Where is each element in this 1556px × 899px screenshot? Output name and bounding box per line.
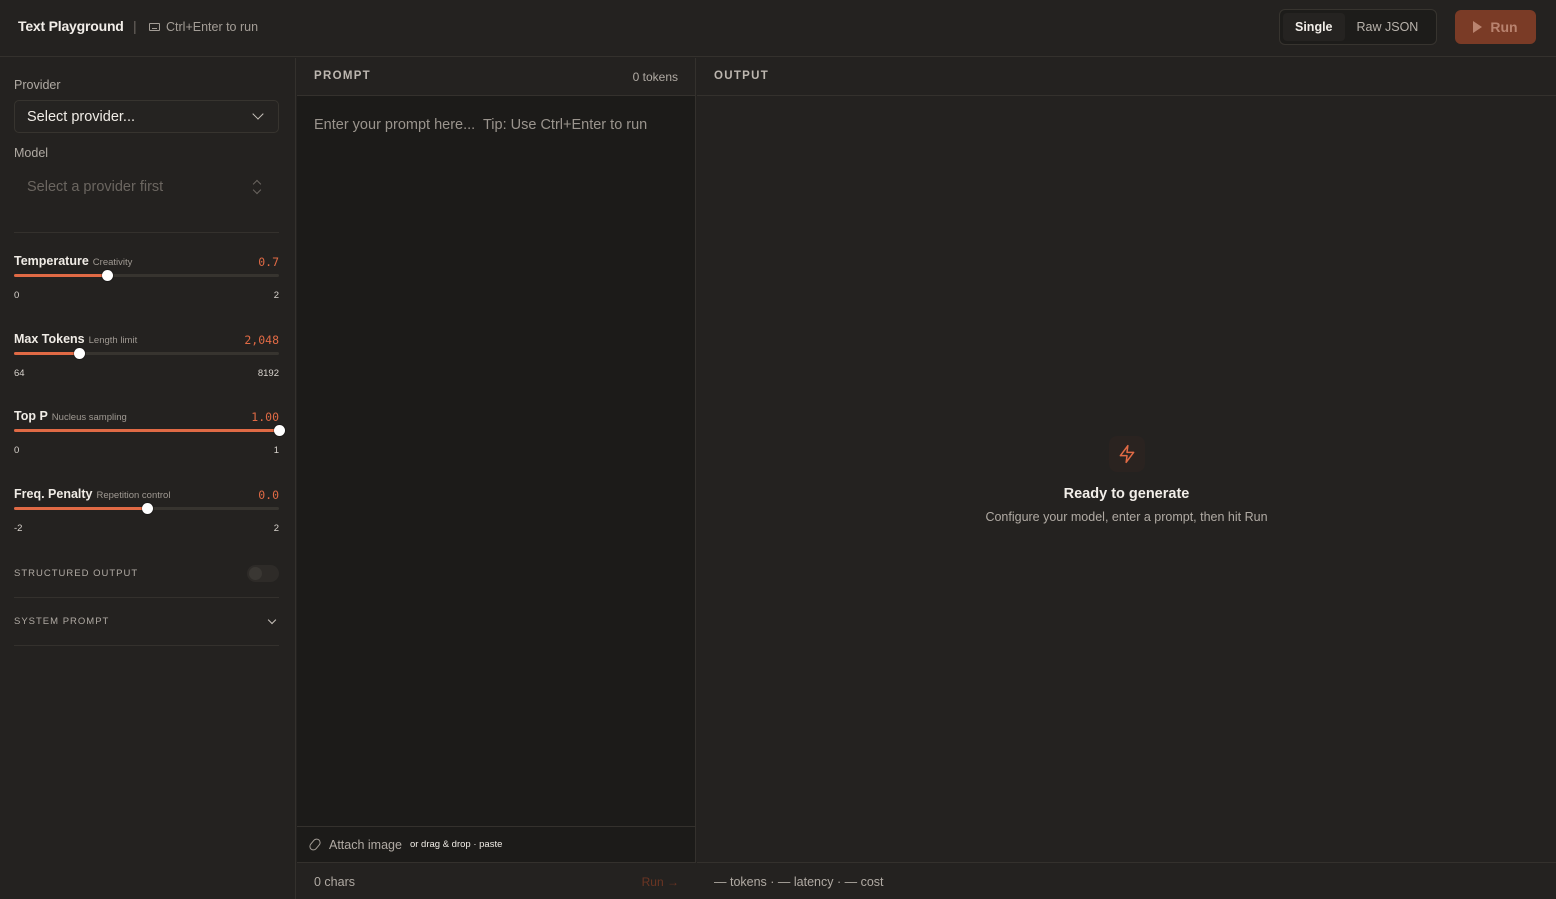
- structured-output-row: STRUCTURED OUTPUT: [14, 550, 279, 598]
- app-title: Text Playground: [18, 18, 124, 34]
- empty-state: Ready to generate Configure your model, …: [697, 436, 1556, 524]
- char-count: 0 chars: [314, 875, 355, 889]
- provider-label: Provider: [14, 78, 61, 92]
- max-tokens-min: 64: [14, 368, 25, 379]
- empty-state-subtitle: Configure your model, enter a prompt, th…: [985, 510, 1268, 524]
- model-select[interactable]: Select a provider first: [14, 170, 279, 203]
- chevron-down-icon: [267, 615, 277, 624]
- mode-toggle: Single Raw JSON: [1279, 9, 1437, 45]
- sidebar-divider: [14, 232, 279, 233]
- top-p-sublabel: Nucleus sampling: [51, 412, 127, 423]
- temperature-label: Temperature Creativity: [14, 254, 133, 268]
- shortcut-hint-text: Ctrl+Enter to run: [166, 20, 259, 34]
- max-tokens-label: Max Tokens Length limit: [14, 332, 138, 346]
- chevron-down-icon: [252, 108, 264, 120]
- temperature-slider-group: Temperature Creativity 0.7 0 2: [14, 254, 279, 314]
- max-tokens-slider[interactable]: [14, 348, 279, 359]
- title-separator: |: [133, 18, 137, 34]
- temperature-value: 0.7: [258, 255, 279, 269]
- attach-image-button[interactable]: Attach image: [329, 838, 402, 852]
- model-select-value: Select a provider first: [27, 178, 164, 195]
- attach-hint: or drag & drop · paste: [409, 839, 503, 850]
- temperature-sublabel: Creativity: [92, 257, 133, 268]
- output-header: OUTPUT: [697, 58, 1556, 96]
- shortcut-hint: Ctrl+Enter to run: [149, 20, 258, 34]
- freq-penalty-value: 0.0: [258, 488, 279, 502]
- prompt-input[interactable]: [297, 97, 696, 826]
- freq-penalty-slider[interactable]: [14, 503, 279, 514]
- temperature-min: 0: [14, 290, 20, 301]
- empty-state-title: Ready to generate: [1063, 486, 1190, 502]
- top-p-min: 0: [14, 445, 20, 456]
- top-p-max: 1: [273, 445, 279, 456]
- top-p-slider[interactable]: [14, 425, 285, 436]
- lightning-bolt-icon: [1108, 436, 1145, 472]
- top-p-slider-thumb[interactable]: [274, 425, 285, 436]
- play-icon: [1473, 21, 1483, 33]
- provider-select[interactable]: Select provider...: [14, 100, 279, 133]
- max-tokens-sublabel: Length limit: [88, 335, 138, 346]
- prompt-panel: PROMPT 0 tokens Attach image or drag & d…: [297, 58, 696, 899]
- run-button[interactable]: Run: [1455, 10, 1536, 44]
- freq-penalty-sublabel: Repetition control: [96, 490, 171, 501]
- prompt-footer: 0 chars Run →: [297, 862, 696, 899]
- freq-penalty-slider-group: Freq. Penalty Repetition control 0.0 -2 2: [14, 487, 279, 547]
- temperature-slider[interactable]: [14, 270, 279, 281]
- attach-bar: Attach image or drag & drop · paste: [297, 826, 696, 862]
- mode-raw-json-button[interactable]: Raw JSON: [1345, 13, 1431, 41]
- chevron-up-down-icon: [252, 180, 262, 194]
- prompt-title: PROMPT: [314, 70, 371, 82]
- structured-output-toggle[interactable]: [247, 565, 279, 582]
- temperature-slider-thumb[interactable]: [101, 270, 113, 281]
- output-panel: OUTPUT Ready to generate Configure your …: [697, 58, 1556, 899]
- max-tokens-slider-thumb[interactable]: [73, 348, 85, 359]
- freq-penalty-slider-thumb[interactable]: [141, 503, 153, 514]
- structured-output-label: STRUCTURED OUTPUT: [14, 568, 139, 579]
- keyboard-icon: [149, 23, 160, 31]
- max-tokens-slider-group: Max Tokens Length limit 2,048 64 8192: [14, 332, 279, 392]
- max-tokens-max: 8192: [257, 368, 279, 379]
- top-p-label: Top P Nucleus sampling: [14, 409, 127, 423]
- output-footer: — tokens · — latency · — cost: [697, 862, 1556, 899]
- top-p-value: 1.00: [251, 410, 279, 424]
- mode-single-button[interactable]: Single: [1283, 13, 1345, 41]
- paperclip-icon: [307, 836, 323, 853]
- system-prompt-label: SYSTEM PROMPT: [14, 616, 110, 627]
- temperature-max: 2: [273, 290, 279, 301]
- settings-sidebar: Provider Select provider... Model Select…: [0, 58, 296, 899]
- freq-penalty-min: -2: [14, 523, 23, 534]
- max-tokens-value: 2,048: [244, 333, 279, 347]
- top-bar: Text Playground | Ctrl+Enter to run Sing…: [0, 0, 1556, 57]
- provider-select-value: Select provider...: [27, 108, 135, 125]
- freq-penalty-max: 2: [273, 523, 279, 534]
- model-label: Model: [14, 146, 49, 160]
- freq-penalty-label: Freq. Penalty Repetition control: [14, 487, 171, 501]
- prompt-header: PROMPT 0 tokens: [297, 58, 695, 96]
- output-metrics: — tokens · — latency · — cost: [714, 875, 884, 889]
- prompt-token-count: 0 tokens: [632, 70, 678, 84]
- system-prompt-row[interactable]: SYSTEM PROMPT: [14, 598, 279, 646]
- footer-run-button[interactable]: Run →: [642, 875, 679, 889]
- run-button-label: Run: [1490, 19, 1518, 35]
- output-title: OUTPUT: [714, 70, 770, 82]
- top-p-slider-group: Top P Nucleus sampling 1.00 0 1: [14, 409, 285, 469]
